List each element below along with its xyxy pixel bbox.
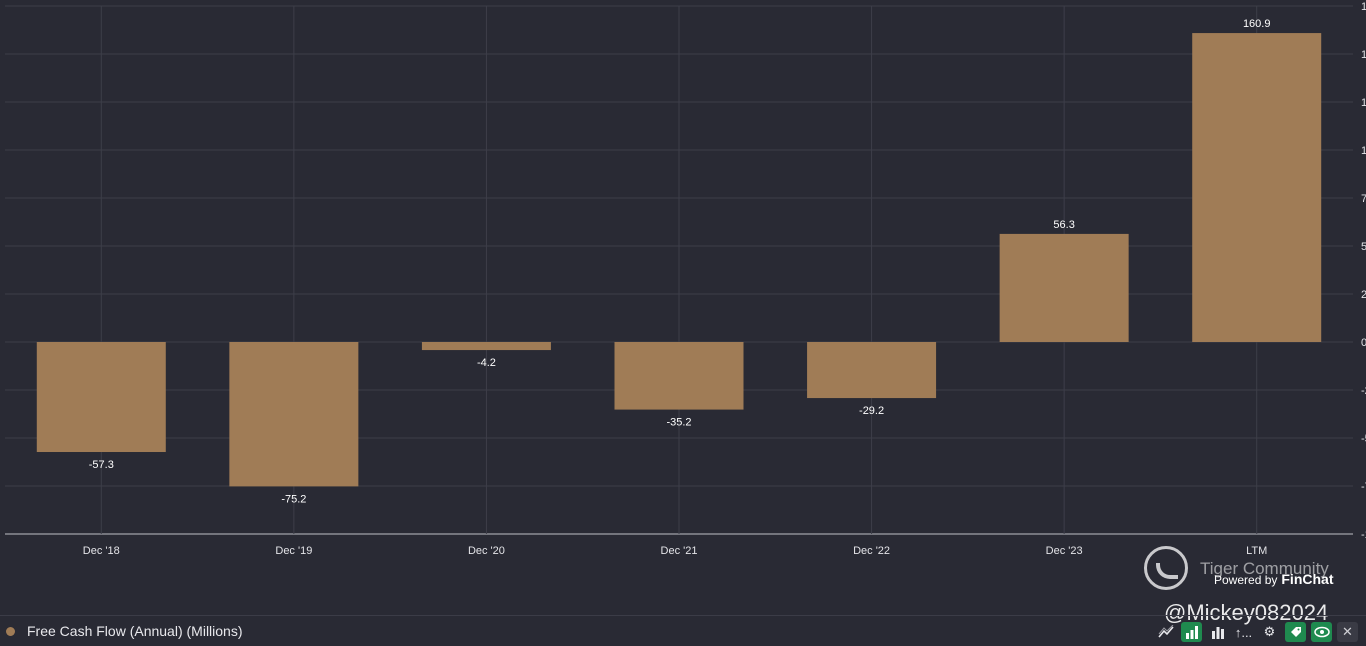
data-label: -29.2: [859, 405, 884, 417]
y-tick-label: 0: [1361, 337, 1366, 349]
tag-icon[interactable]: [1285, 622, 1306, 642]
x-tick-label: Dec '21: [661, 545, 698, 557]
bar-chart-icon[interactable]: [1181, 622, 1202, 642]
data-label: -35.2: [666, 417, 691, 429]
y-tick-label: 150: [1361, 49, 1366, 61]
y-tick-label: 25: [1361, 289, 1366, 301]
watermark: Tiger Community Powered by FinChat: [1144, 546, 1364, 594]
legend-swatch: [6, 627, 15, 636]
data-label: -75.2: [281, 493, 306, 505]
y-tick-label: -25: [1361, 385, 1366, 397]
y-tick-label: 50: [1361, 241, 1366, 253]
y-tick-label: 75: [1361, 193, 1366, 205]
bar[interactable]: [36, 342, 166, 453]
bar[interactable]: [999, 233, 1129, 342]
data-label: -4.2: [477, 357, 496, 369]
bar[interactable]: [421, 342, 551, 351]
y-tick-label: -100: [1361, 529, 1366, 541]
data-label: 56.3: [1053, 219, 1074, 231]
grid-lines: [5, 5, 1353, 535]
y-tick-label: 100: [1361, 145, 1366, 157]
trend-line-icon[interactable]: [1155, 622, 1176, 642]
bar-chart: -57.3 -75.2 -4.2 -35.2 -29.2 56.3 160.9 175 150…: [5, 1, 1366, 557]
legend-label[interactable]: Free Cash Flow (Annual) (Millions): [27, 623, 243, 639]
legend-bar: Free Cash Flow (Annual) (Millions) ↑... …: [0, 615, 1366, 646]
bar[interactable]: [807, 342, 937, 399]
close-icon[interactable]: ✕: [1337, 622, 1358, 642]
finchat-brand: FinChat: [1281, 571, 1334, 587]
powered-by-label: Powered by: [1214, 573, 1278, 587]
x-tick-label: Dec '19: [275, 545, 312, 557]
tiger-logo-icon: [1144, 546, 1188, 590]
x-axis: Dec '18 Dec '19 Dec '20 Dec '21 Dec '22 Dec '…: [83, 545, 1267, 557]
y-axis: 175 150 125 100 75 50 25 0 -25 -50 -75 -100: [1361, 1, 1366, 541]
eye-icon[interactable]: [1311, 622, 1332, 642]
y-tick-label: -75: [1361, 481, 1366, 493]
bar[interactable]: [229, 342, 359, 487]
bar[interactable]: [1192, 33, 1322, 343]
x-tick-label: Dec '20: [468, 545, 505, 557]
x-tick-label: Dec '18: [83, 545, 120, 557]
powered-by: Powered by FinChat: [1214, 571, 1333, 587]
gear-icon[interactable]: ⚙: [1259, 622, 1280, 642]
stacked-bars-icon[interactable]: [1207, 622, 1228, 642]
y-tick-label: 125: [1361, 97, 1366, 109]
y-tick-label: -50: [1361, 433, 1366, 445]
x-tick-label: Dec '22: [853, 545, 890, 557]
y-tick-label: 175: [1361, 1, 1366, 13]
data-label: -57.3: [89, 459, 114, 471]
data-label: 160.9: [1243, 18, 1271, 30]
chart-toolbar: ↑... ⚙ ✕: [1155, 622, 1358, 642]
bar[interactable]: [614, 342, 744, 410]
sort-icon[interactable]: ↑...: [1233, 622, 1254, 642]
x-tick-label: Dec '23: [1046, 545, 1083, 557]
